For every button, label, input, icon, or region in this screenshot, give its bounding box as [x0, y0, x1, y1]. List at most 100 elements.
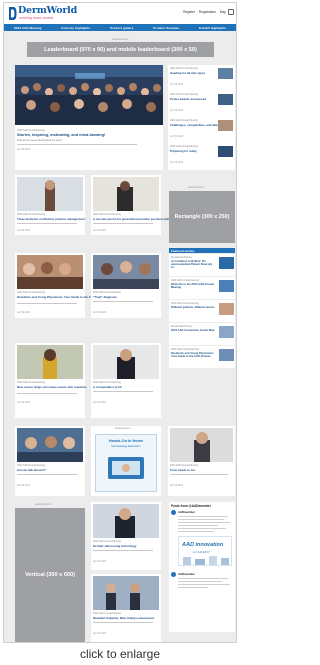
article-image: [17, 345, 83, 379]
tweet-text-line: [178, 525, 218, 527]
article-card[interactable]: 2024 AAD Annual Meeting A one-two punch …: [91, 175, 172, 235]
ad-label: advertisement: [115, 427, 131, 430]
list-item-tag: 2024 AAD Annual Meeting: [170, 145, 198, 148]
list-item[interactable]: 2024 AAD Annual Meeting Poster awards an…: [168, 91, 235, 117]
article-card[interactable]: 2024 AAD Annual Meeting Can we talk abou…: [15, 426, 85, 496]
article-title[interactable]: A one-two punch for generalized pustular…: [93, 217, 172, 221]
featured-item-thumbnail: [219, 280, 234, 292]
promo-title: Hands-On in Home: [108, 439, 144, 443]
article-tag: 2024 AAD Annual Meeting: [17, 464, 45, 467]
hero-card[interactable]: 2024 AAD Annual Meeting Stories, inspiri…: [15, 65, 163, 170]
tweet-text-line: [178, 587, 208, 589]
featured-item-thumbnail: [219, 349, 234, 361]
article-tag: 2024 AAD Annual Meeting: [17, 291, 45, 294]
featured-item[interactable]: 2024 AAD Annual Meeting Different patien…: [169, 300, 235, 322]
article-date: Apr 09 2024: [93, 311, 107, 314]
featured-item-tag: 2024 AAD Annual Meeting: [171, 302, 199, 305]
article-title[interactable]: Three elements of effective practice man…: [17, 217, 85, 221]
nav-item-industry[interactable]: Industry highlights: [61, 26, 90, 30]
article-title[interactable]: Can we talk about it?: [17, 468, 46, 472]
enlarge-caption[interactable]: click to enlarge: [0, 647, 240, 661]
list-item-thumbnail: [218, 68, 233, 79]
list-item-thumbnail: [218, 94, 233, 105]
featured-item-title[interactable]: An invitation to Reflect: On unprecedent…: [171, 260, 215, 270]
vertical-ad[interactable]: Vertical (300 x 600): [15, 508, 85, 642]
featured-item[interactable]: Presidential Plenary 2024 AAD Convention…: [169, 323, 235, 345]
list-item-title[interactable]: Preparing for today: [170, 149, 197, 153]
article-title[interactable]: Resident Capacity: New champs announced: [93, 616, 154, 620]
article-card[interactable]: 2024 AAD Annual Meeting A compendium of …: [91, 343, 161, 418]
featured-item-title[interactable]: 2024 AAD Convention Center Map: [171, 329, 215, 332]
header-link-register[interactable]: Register: [183, 10, 195, 14]
featured-item-title[interactable]: Welcome to the 2024 AAD Annual Meeting: [171, 283, 215, 289]
header-link-map[interactable]: Map: [220, 10, 226, 14]
featured-item-thumbnail: [219, 303, 234, 315]
featured-item[interactable]: 2024 AAD Annual Meeting Residents and Yo…: [169, 346, 235, 368]
article-title[interactable]: A compendium of hit: [93, 385, 122, 389]
list-item-title[interactable]: Poster awards announced: [170, 97, 206, 101]
article-title[interactable]: Dermal: Harnessing technology: [93, 544, 137, 548]
list-item-title[interactable]: Heading for all-skin types: [170, 71, 205, 75]
list-item-date: Apr 09 2024: [170, 135, 184, 138]
article-image: [93, 177, 159, 211]
featured-item-title[interactable]: Different patients, different lenses: [171, 306, 215, 309]
article-image: [93, 504, 159, 538]
article-date: Apr 09 2024: [93, 632, 107, 635]
article-card[interactable]: 2024 AAD Annual Meeting From heads to to…: [168, 426, 235, 496]
article-tag: 2024 AAD Annual Meeting: [93, 612, 121, 615]
article-card[interactable]: 2024 AAD Annual Meeting Dermal: Harnessi…: [91, 502, 161, 570]
tweet-text-line: [178, 584, 230, 586]
list-item-date: Apr 09 2024: [170, 83, 184, 86]
article-card[interactable]: 2024 AAD Annual Meeting Three elements o…: [15, 175, 85, 235]
list-item-tag: 2024 AAD Annual Meeting: [170, 67, 198, 70]
article-card[interactable]: 2024 AAD Annual Meeting Resident Capacit…: [91, 574, 161, 642]
list-item-date: Apr 09 2024: [170, 161, 184, 164]
hero-tag: 2024 AAD Annual Meeting: [17, 129, 45, 132]
promo-subtitle: Dermatology Education: [111, 444, 141, 448]
article-excerpt-line: [17, 223, 77, 225]
article-date: Apr 09 2024: [93, 401, 107, 404]
article-card[interactable]: 2024 AAD Annual Meeting Residents and Yo…: [15, 253, 117, 318]
featured-item[interactable]: Presidential Plenary An invitation to Re…: [169, 254, 235, 276]
twitter-handle[interactable]: AADmember: [178, 510, 195, 514]
article-card[interactable]: 2024 AAD Annual Meeting "Triad" diagnosi…: [91, 253, 161, 318]
article-image: [170, 428, 233, 462]
article-image: [93, 255, 159, 289]
article-date: Apr 09 2024: [170, 484, 184, 487]
nav-item-gallery[interactable]: Product gallery: [110, 26, 133, 30]
twitter-feed[interactable]: Posts from @AADmember AADmember AAD inno…: [169, 502, 235, 632]
featured-item-title[interactable]: Residents and Young Physicians: Your Gui…: [171, 352, 215, 358]
article-title[interactable]: New cancer drugs can cause severe skin r…: [17, 385, 87, 389]
hero-title[interactable]: Stories, inspiring, motivating, and mind…: [17, 133, 105, 137]
list-item[interactable]: 2024 AAD Annual Meeting Preparing for to…: [168, 143, 235, 170]
rectangle-ad[interactable]: Rectangle (300 x 250): [169, 191, 235, 243]
article-card[interactable]: 2024 AAD Annual Meeting New cancer drugs…: [15, 343, 87, 418]
site-logo-text[interactable]: DermWorld: [18, 5, 77, 16]
article-excerpt-line: [93, 622, 153, 624]
list-item[interactable]: 2024 AAD Annual Meeting Challenges, comp…: [168, 117, 235, 143]
twitter-handle[interactable]: AADmember: [178, 572, 195, 576]
article-date: Apr 09 2024: [17, 229, 31, 232]
nav-item-samples[interactable]: Product Samples: [153, 26, 179, 30]
article-tag: 2024 AAD Annual Meeting: [93, 291, 121, 294]
featured-item-tag: 2024 AAD Annual Meeting: [171, 279, 199, 282]
nav-item-meeting[interactable]: 2024 AAD Meeting: [14, 26, 42, 30]
list-item[interactable]: 2024 AAD Annual Meeting Heading for all-…: [168, 65, 235, 91]
article-title[interactable]: From heads to toe: [170, 468, 195, 472]
featured-item-tag: 2024 AAD Annual Meeting: [171, 348, 199, 351]
avatar: [171, 510, 176, 515]
leaderboard-ad[interactable]: Leaderboard (970 x 90) and mobile leader…: [27, 42, 214, 57]
promo-ad-card[interactable]: advertisement Hands-On in Home Dermatolo…: [91, 426, 161, 496]
vertical-ad-label: Vertical (300 x 600): [24, 572, 76, 578]
hero-excerpt-line: [17, 144, 137, 146]
article-date: Apr 09 2024: [93, 560, 107, 563]
header-link-registration[interactable]: Registration: [199, 10, 216, 14]
article-title[interactable]: "Triad" diagnosis: [93, 295, 117, 299]
nav-item-exhibit[interactable]: Exhibit highlights: [199, 26, 226, 30]
site-header: DermWorld meeting news central Register …: [4, 3, 236, 24]
tweet-text-line: [178, 516, 228, 518]
featured-item[interactable]: 2024 AAD Annual Meeting Welcome to the 2…: [169, 277, 235, 299]
search-icon[interactable]: [228, 9, 234, 15]
ad-label: advertisement: [35, 503, 52, 506]
tweet-media[interactable]: AAD innovation ACADEMY: [178, 536, 232, 566]
